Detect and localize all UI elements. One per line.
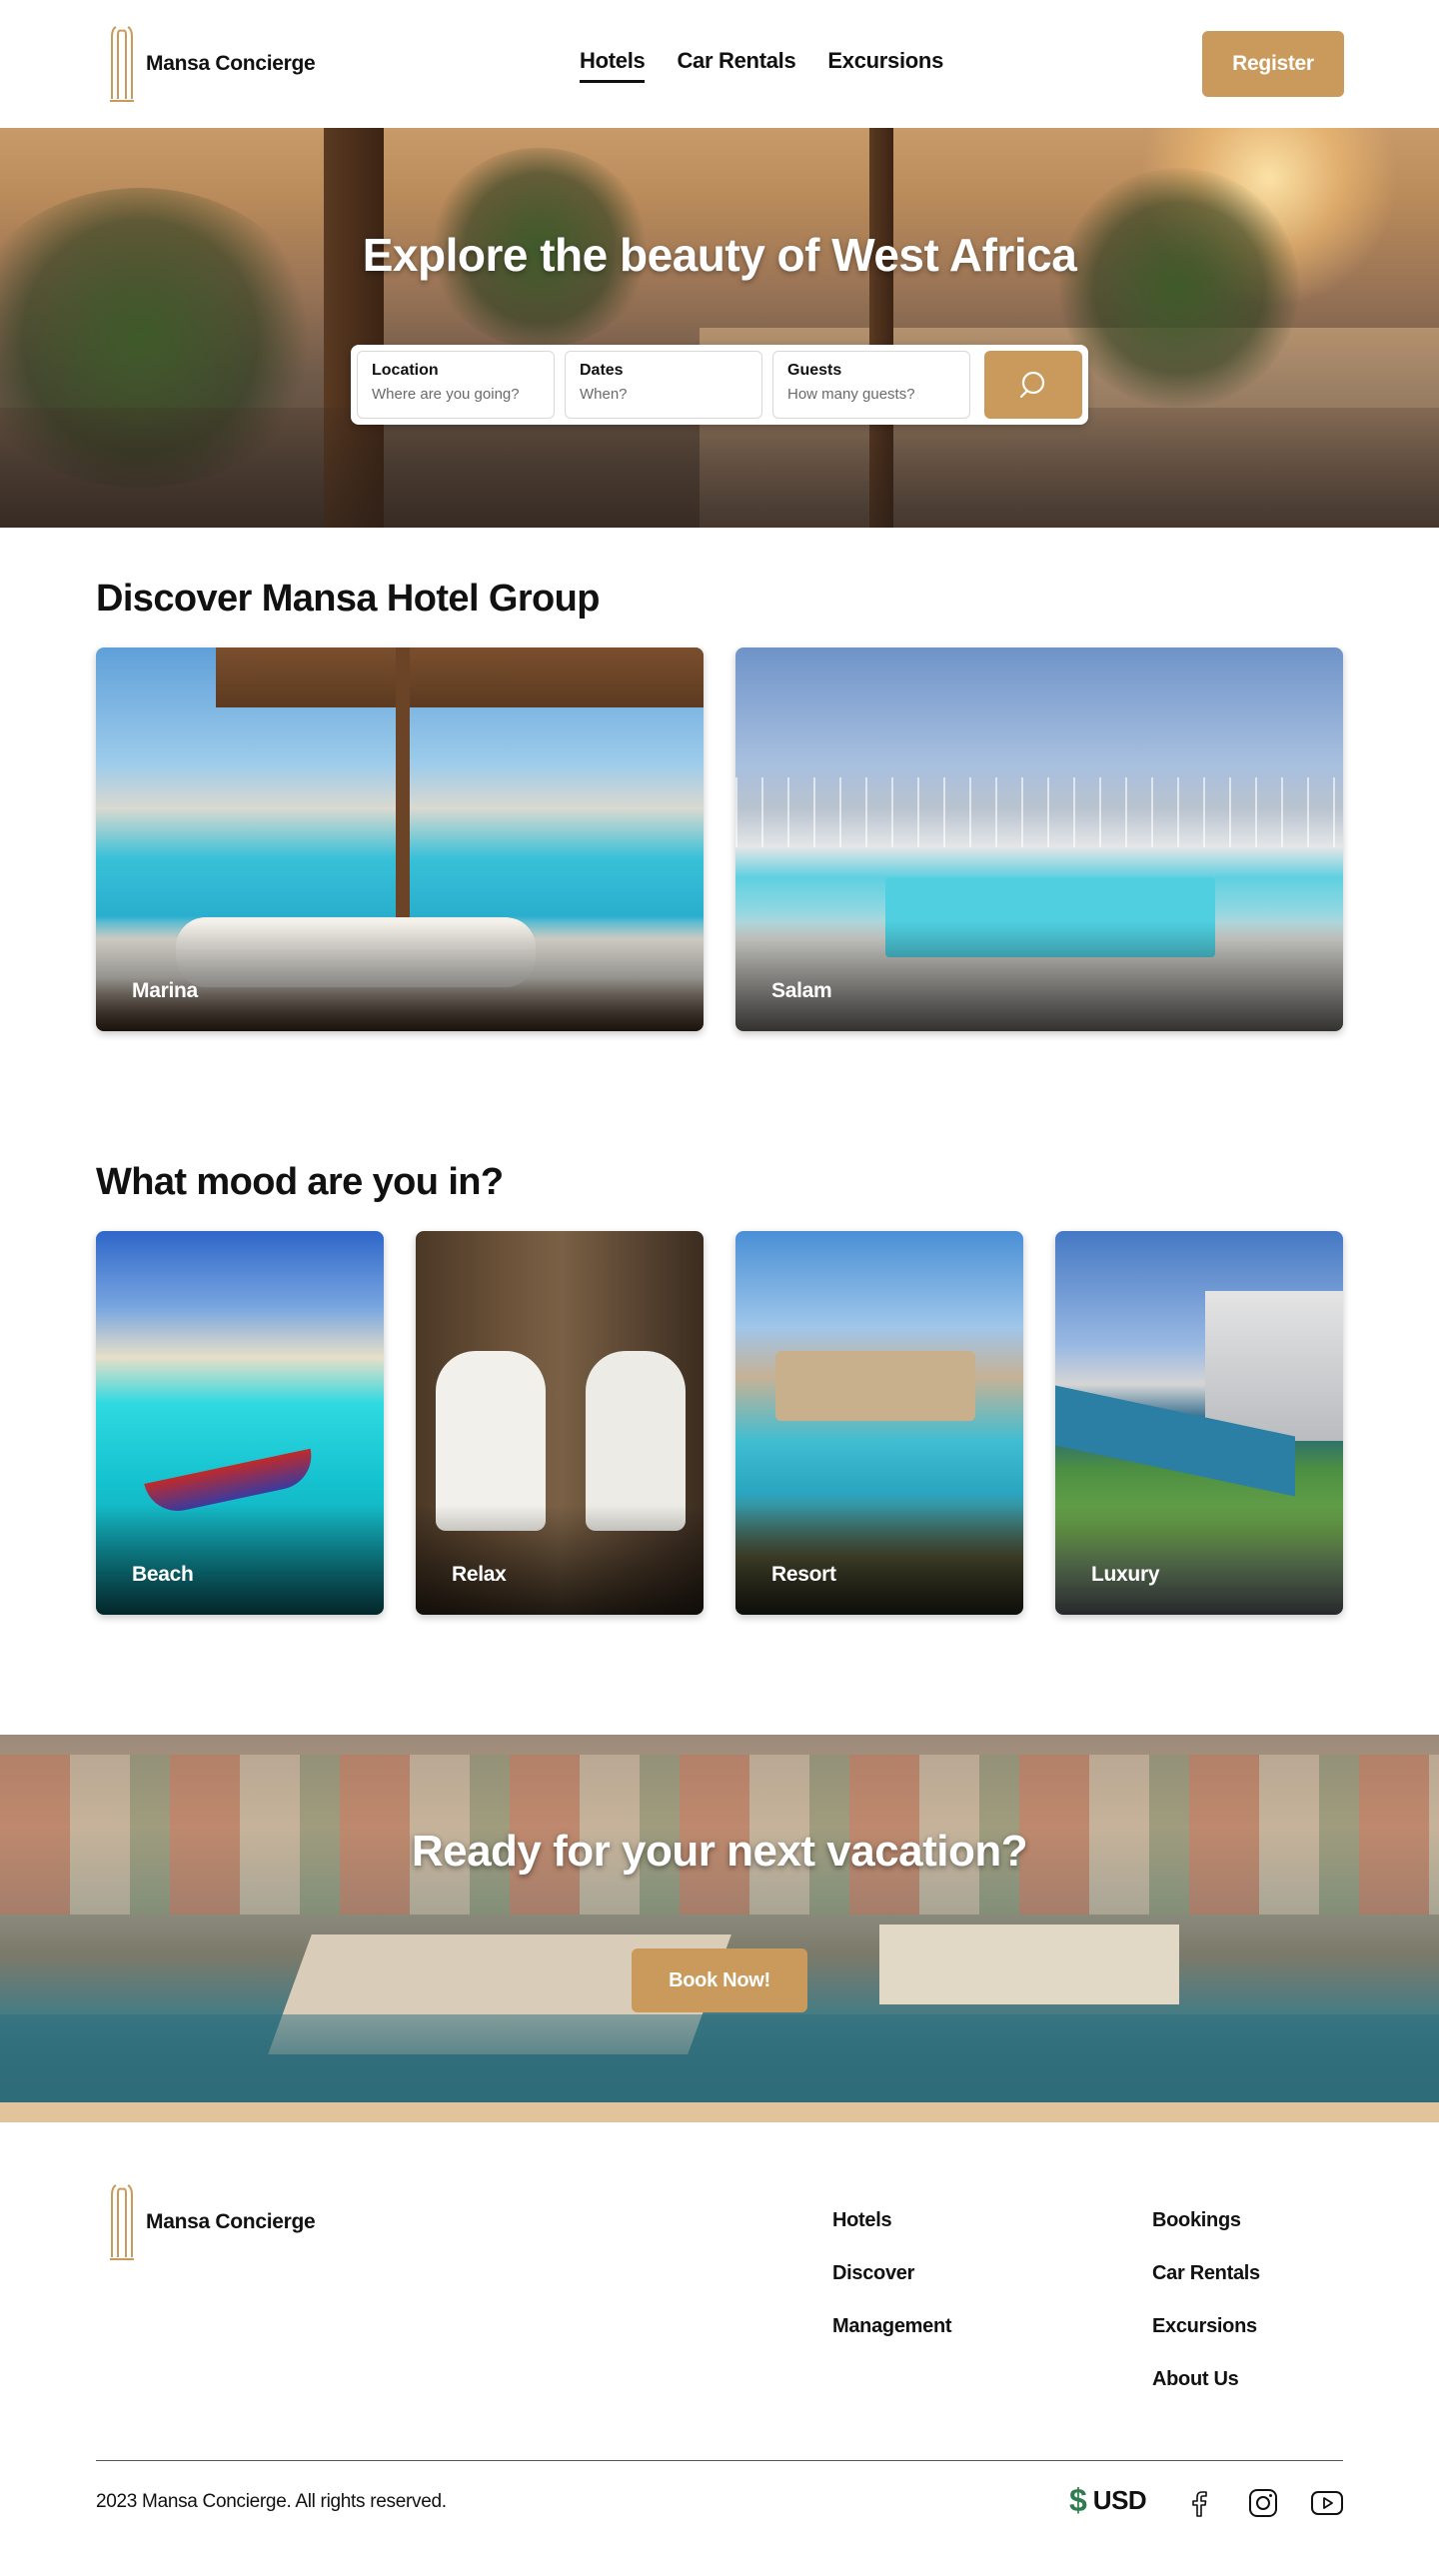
footer-brand-name: Mansa Concierge	[146, 2210, 316, 2233]
hotel-card-label: Salam	[771, 979, 832, 1002]
footer-link-discover[interactable]: Discover	[832, 2259, 951, 2287]
harbor-water	[0, 2014, 1439, 2102]
location-input[interactable]	[372, 386, 540, 403]
mood-card-beach[interactable]: Beach	[96, 1231, 384, 1615]
hero-deck	[0, 408, 1439, 528]
register-button[interactable]: Register	[1202, 31, 1344, 97]
book-now-button[interactable]: Book Now!	[632, 1948, 807, 2012]
brand-name: Mansa Concierge	[146, 52, 316, 75]
copyright-text: 2023 Mansa Concierge. All rights reserve…	[96, 2491, 447, 2512]
location-label: Location	[372, 362, 439, 379]
person-in-robe	[586, 1351, 686, 1531]
facebook-icon[interactable]	[1182, 2486, 1216, 2520]
hotels-section-title: Discover Mansa Hotel Group	[96, 578, 600, 620]
footer-brand-logo[interactable]: Mansa Concierge	[108, 2182, 316, 2262]
nav-excursions[interactable]: Excursions	[827, 48, 943, 83]
hotel-card-label: Marina	[132, 979, 198, 1002]
cta-divider-band	[0, 2102, 1439, 2122]
footer-links-col1: Hotels Discover Management	[832, 2206, 952, 2340]
dollar-icon: $	[1069, 2482, 1087, 2518]
person-in-robe	[436, 1351, 546, 1531]
footer-link-about-us[interactable]: About Us	[1152, 2365, 1260, 2393]
card-shade	[416, 1505, 704, 1615]
guests-input[interactable]	[787, 386, 955, 403]
mood-card-label: Resort	[771, 1563, 836, 1586]
mood-card-label: Beach	[132, 1563, 194, 1586]
dates-label: Dates	[580, 362, 624, 379]
mood-card-luxury[interactable]: Luxury	[1055, 1231, 1343, 1615]
site-header: Mansa Concierge Hotels Car Rentals Excur…	[0, 0, 1439, 128]
guests-label: Guests	[787, 362, 842, 379]
search-button[interactable]	[984, 351, 1082, 419]
villa	[1205, 1291, 1343, 1441]
mood-card-label: Luxury	[1091, 1563, 1160, 1586]
resort-buildings	[775, 1351, 975, 1421]
brand-logo[interactable]: Mansa Concierge	[108, 24, 316, 104]
currency-selector[interactable]: $ USD	[1069, 2482, 1147, 2518]
cta-title: Ready for your next vacation?	[411, 1827, 1028, 1876]
hotel-card-salam[interactable]: Salam	[735, 647, 1343, 1031]
card-shade	[735, 921, 1343, 1031]
instagram-icon[interactable]	[1246, 2486, 1280, 2520]
dates-input[interactable]	[580, 386, 747, 403]
mood-card-relax[interactable]: Relax	[416, 1231, 704, 1615]
card-shade	[96, 1505, 384, 1615]
dates-field[interactable]: Dates	[565, 351, 762, 419]
hotel-card-marina[interactable]: Marina	[96, 647, 704, 1031]
search-icon	[1019, 371, 1045, 399]
cta-banner: Ready for your next vacation? Book Now!	[0, 1735, 1439, 2102]
footer-link-hotels[interactable]: Hotels	[832, 2206, 951, 2234]
pergola-roof	[216, 647, 704, 707]
search-form: Location Dates Guests	[351, 345, 1088, 425]
footer-link-bookings[interactable]: Bookings	[1152, 2206, 1260, 2234]
boat-masts	[735, 777, 1343, 847]
waterfront-building	[879, 1925, 1179, 2004]
guests-field[interactable]: Guests	[772, 351, 970, 419]
footer-link-car-rentals[interactable]: Car Rentals	[1152, 2259, 1260, 2287]
mood-card-resort[interactable]: Resort	[735, 1231, 1023, 1615]
footer-link-excursions[interactable]: Excursions	[1152, 2312, 1260, 2340]
mood-card-label: Relax	[452, 1563, 507, 1586]
pergola-post	[396, 647, 410, 947]
card-shade	[1055, 1505, 1343, 1615]
footer-links-col2: Bookings Car Rentals Excursions About Us	[1152, 2206, 1260, 2393]
hero-foliage-right	[1059, 168, 1299, 408]
columns-logo-icon	[110, 2184, 134, 2260]
nav-hotels[interactable]: Hotels	[580, 48, 646, 83]
hero-banner: Explore the beauty of West Africa Locati…	[0, 128, 1439, 528]
main-nav: Hotels Car Rentals Excursions	[580, 48, 943, 83]
card-shade	[735, 1505, 1023, 1615]
nav-car-rentals[interactable]: Car Rentals	[677, 48, 795, 83]
card-shade	[96, 921, 704, 1031]
currency-code: USD	[1092, 2484, 1147, 2515]
footer-divider	[96, 2460, 1343, 2461]
youtube-icon[interactable]	[1310, 2486, 1344, 2520]
footer-link-management[interactable]: Management	[832, 2312, 952, 2340]
moods-section-title: What mood are you in?	[96, 1161, 504, 1203]
columns-logo-icon	[110, 26, 134, 102]
location-field[interactable]: Location	[357, 351, 555, 419]
hero-title: Explore the beauty of West Africa	[362, 229, 1077, 281]
